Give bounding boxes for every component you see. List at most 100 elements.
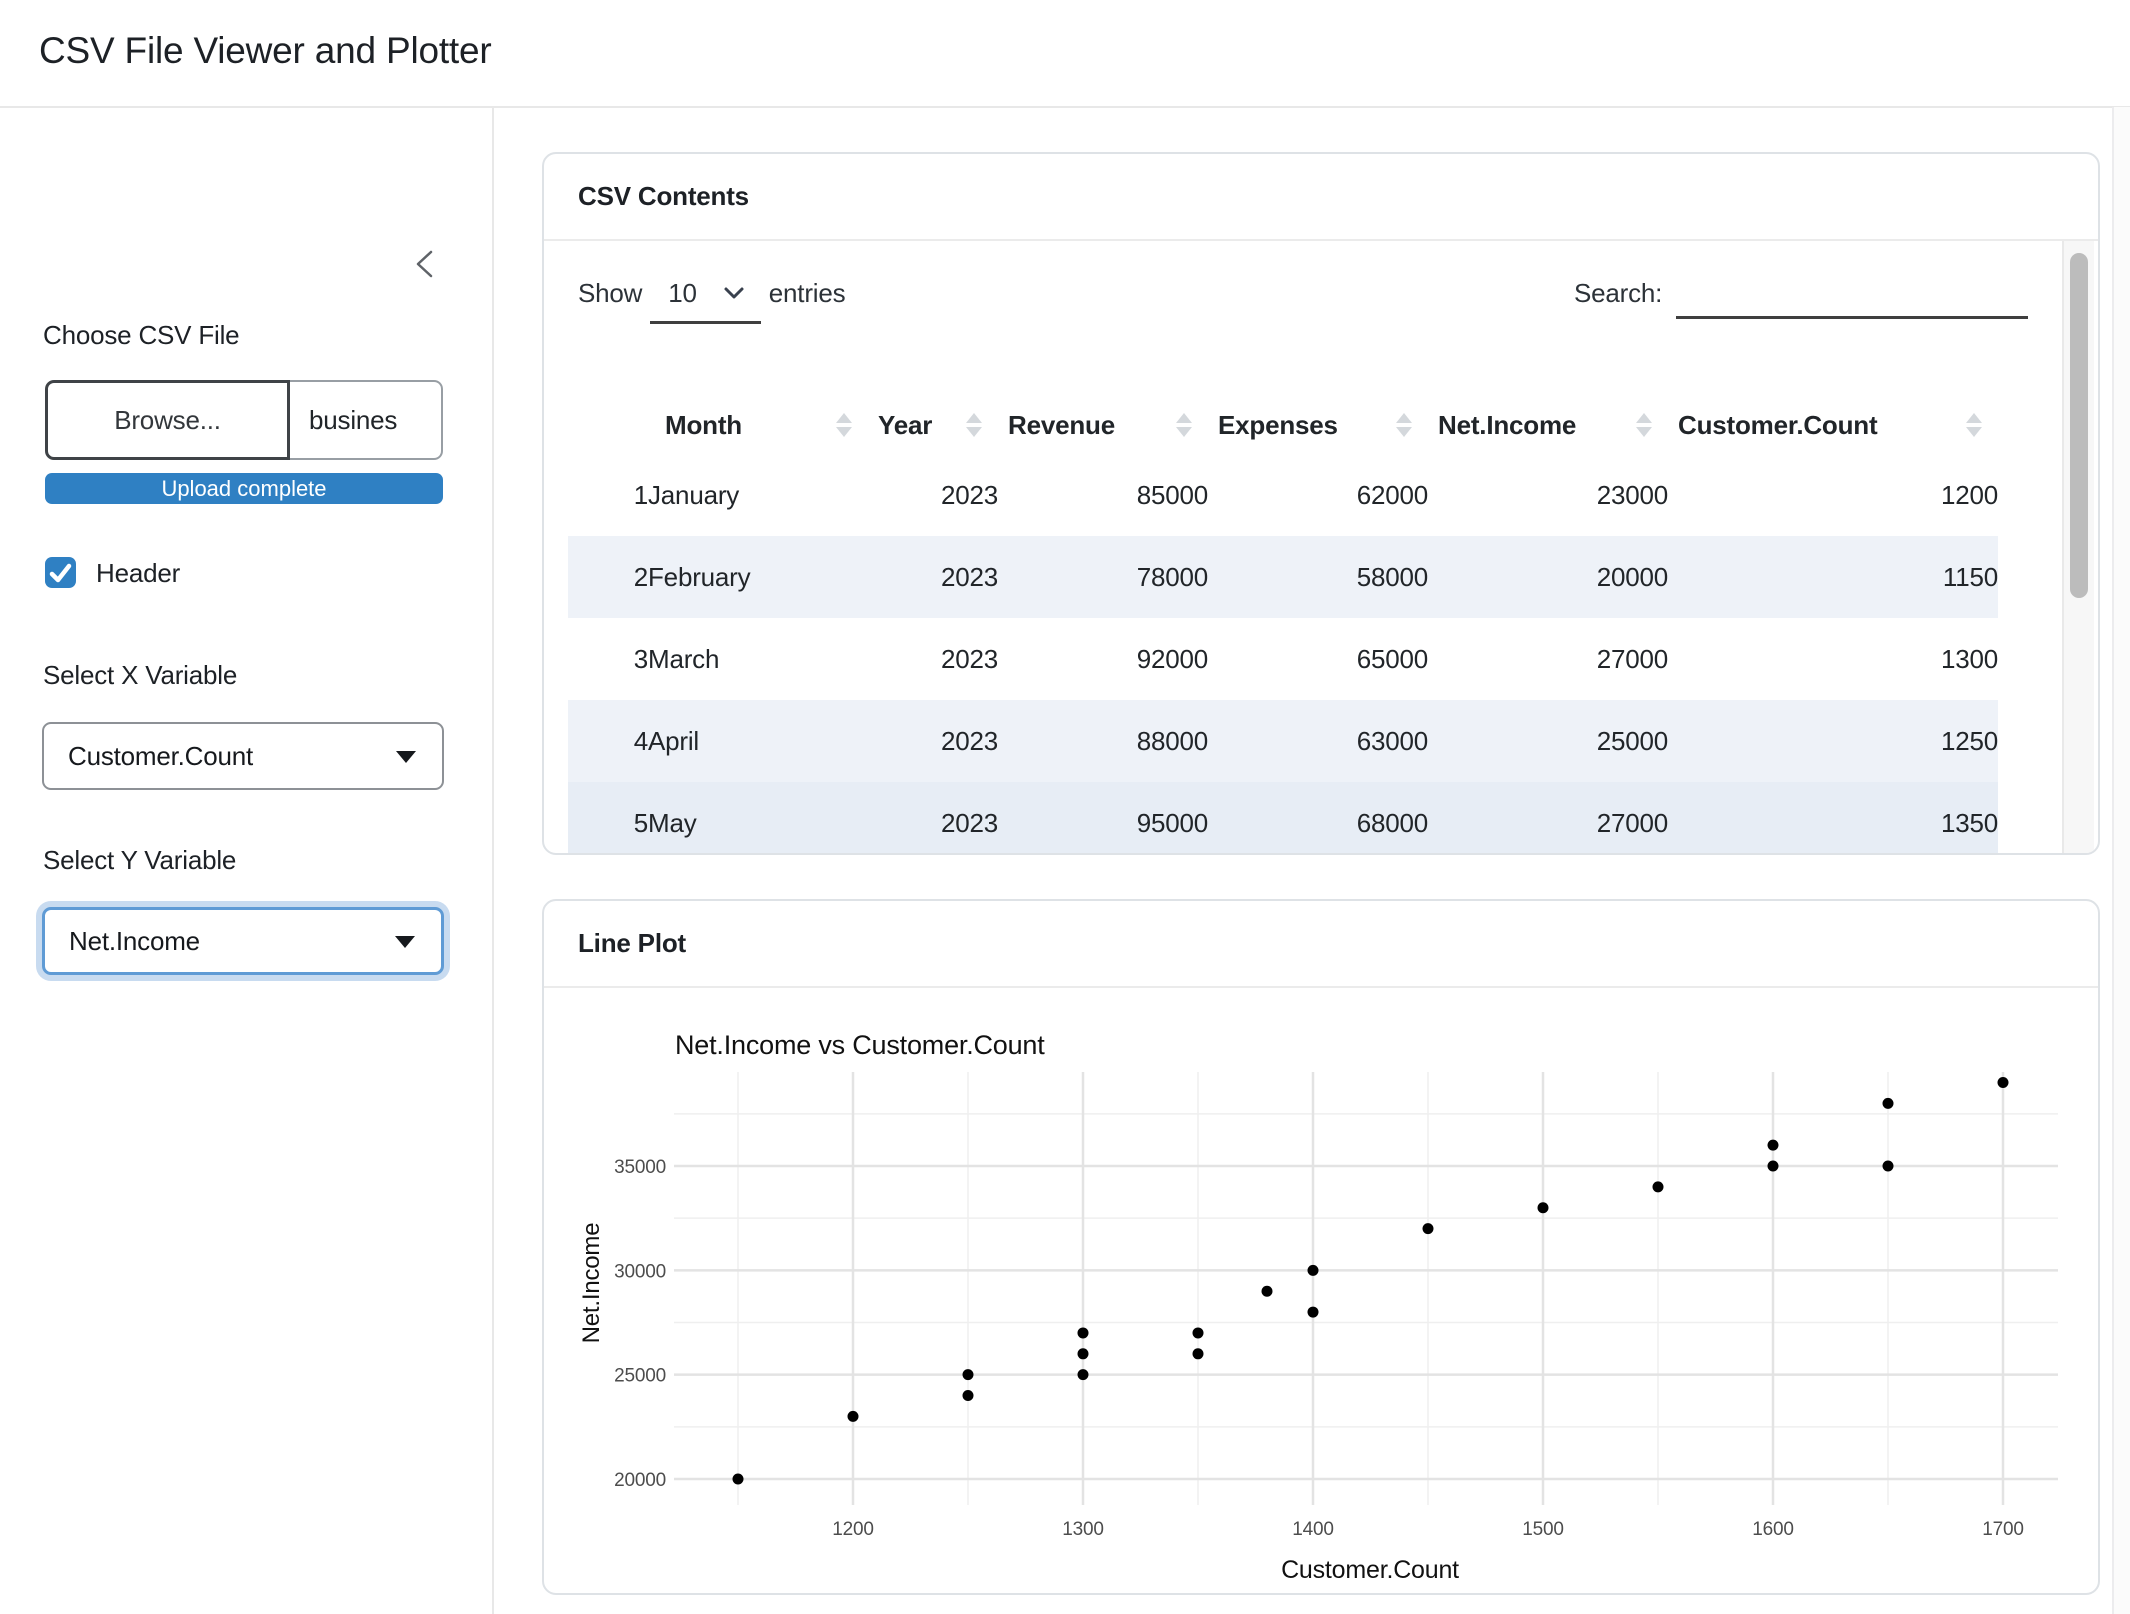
file-name-field[interactable]: busines xyxy=(287,380,443,460)
x-variable-value: Customer.Count xyxy=(68,741,253,772)
sort-asc-icon xyxy=(966,413,982,423)
scatter-point xyxy=(733,1474,744,1485)
table-cell: 65000 xyxy=(1208,618,1428,700)
table-search-control: Search: xyxy=(1574,274,2028,319)
column-header-month[interactable]: Month xyxy=(648,396,868,454)
checkmark-icon xyxy=(45,575,76,592)
scatter-point xyxy=(963,1369,974,1380)
column-header-customer.count[interactable]: Customer.Count xyxy=(1668,396,1998,454)
table-cell: 58000 xyxy=(1208,536,1428,618)
table-cell: April xyxy=(648,700,868,782)
sort-icons xyxy=(966,413,982,437)
scatter-point xyxy=(963,1390,974,1401)
app-header-bar: CSV File Viewer and Plotter xyxy=(0,0,2130,108)
y-tick-label: 35000 xyxy=(614,1157,666,1178)
plot-title: Net.Income vs Customer.Count xyxy=(675,1030,1045,1060)
column-header-net.income[interactable]: Net.Income xyxy=(1428,396,1668,454)
search-input[interactable] xyxy=(1676,274,2028,319)
sort-desc-icon xyxy=(836,427,852,437)
table-cell: 4 xyxy=(568,700,648,782)
column-header-index xyxy=(568,396,648,454)
table-cell: 85000 xyxy=(998,454,1208,536)
x-variable-label: Select X Variable xyxy=(43,660,237,691)
table-cell: 27000 xyxy=(1428,618,1668,700)
column-header-revenue[interactable]: Revenue xyxy=(998,396,1208,454)
table-cell: May xyxy=(648,782,868,855)
table-header-row: Month Year Revenue Expenses Net.Income Custom… xyxy=(568,396,1998,454)
caret-down-icon xyxy=(396,751,416,763)
browse-button[interactable]: Browse... xyxy=(45,380,290,460)
sort-icons xyxy=(836,413,852,437)
sort-asc-icon xyxy=(1966,413,1982,423)
page-length-select[interactable]: 10 xyxy=(650,274,761,324)
upload-progress-text: Upload complete xyxy=(161,476,326,502)
search-label: Search: xyxy=(1574,274,1662,309)
page-scrollbar[interactable] xyxy=(2112,107,2130,1614)
header-checkbox[interactable] xyxy=(45,557,76,588)
table-cell: 2023 xyxy=(868,536,998,618)
table-cell: 2 xyxy=(568,536,648,618)
table-scrollbar-thumb[interactable] xyxy=(2070,253,2088,598)
y-variable-select[interactable]: Net.Income xyxy=(42,907,444,975)
plot-card-title: Line Plot xyxy=(578,928,686,959)
table-cell: 2023 xyxy=(868,700,998,782)
sidebar-collapse-button[interactable] xyxy=(407,244,451,288)
x-axis-title: Customer.Count xyxy=(1281,1556,1459,1584)
table-cell: 1 xyxy=(568,454,648,536)
column-header-label: Customer.Count xyxy=(1678,410,1877,440)
scatter-point xyxy=(1262,1286,1273,1297)
table-cell: 88000 xyxy=(998,700,1208,782)
plot-card-header: Line Plot xyxy=(544,901,2098,988)
csv-table: Month Year Revenue Expenses Net.Income Custom… xyxy=(568,396,1998,855)
table-row: 5May20239500068000270001350 xyxy=(568,782,1998,855)
sort-icons xyxy=(1176,413,1192,437)
x-tick-label: 1500 xyxy=(1522,1519,1563,1540)
sort-icons xyxy=(1966,413,1982,437)
csv-table-body: 1January202385000620002300012002February… xyxy=(568,454,1998,855)
csv-contents-card: CSV Contents Show 10 entries Search: Mon… xyxy=(542,152,2100,855)
table-cell: March xyxy=(648,618,868,700)
y-axis-title: Net.Income xyxy=(578,1223,605,1344)
page-title: CSV File Viewer and Plotter xyxy=(39,30,492,72)
column-header-label: Net.Income xyxy=(1438,410,1576,440)
x-tick-label: 1400 xyxy=(1292,1519,1333,1540)
upload-progress-bar: Upload complete xyxy=(45,473,443,504)
table-cell: 23000 xyxy=(1428,454,1668,536)
column-header-expenses[interactable]: Expenses xyxy=(1208,396,1428,454)
y-variable-label: Select Y Variable xyxy=(43,845,236,876)
table-cell: 2023 xyxy=(868,782,998,855)
x-tick-label: 1200 xyxy=(832,1519,873,1540)
csv-table-head: Month Year Revenue Expenses Net.Income Custom… xyxy=(568,396,1998,454)
column-header-year[interactable]: Year xyxy=(868,396,998,454)
file-input-group: Browse... busines xyxy=(45,380,443,460)
sort-asc-icon xyxy=(1396,413,1412,423)
table-cell: 1150 xyxy=(1668,536,1998,618)
csv-card-title: CSV Contents xyxy=(578,181,749,212)
sort-asc-icon xyxy=(836,413,852,423)
scatter-point xyxy=(1768,1140,1779,1151)
x-tick-label: 1300 xyxy=(1062,1519,1103,1540)
table-cell: 27000 xyxy=(1428,782,1668,855)
scatter-point xyxy=(1538,1202,1549,1213)
x-tick-label: 1600 xyxy=(1752,1519,1793,1540)
table-cell: 2023 xyxy=(868,454,998,536)
table-scrollbar-track[interactable] xyxy=(2062,241,2094,853)
table-cell: 1250 xyxy=(1668,700,1998,782)
table-cell: 3 xyxy=(568,618,648,700)
scatter-point xyxy=(1193,1327,1204,1338)
page-length-value: 10 xyxy=(668,274,697,309)
sort-icons xyxy=(1636,413,1652,437)
table-cell: 68000 xyxy=(1208,782,1428,855)
scatter-point xyxy=(1883,1098,1894,1109)
table-cell: 1300 xyxy=(1668,618,1998,700)
column-header-label: Month xyxy=(665,410,742,440)
sort-desc-icon xyxy=(1396,427,1412,437)
scatter-point xyxy=(1768,1161,1779,1172)
sort-desc-icon xyxy=(1966,427,1982,437)
x-variable-select[interactable]: Customer.Count xyxy=(42,722,444,790)
table-cell: 95000 xyxy=(998,782,1208,855)
column-header-label: Revenue xyxy=(1008,410,1115,440)
table-cell: 25000 xyxy=(1428,700,1668,782)
table-cell: 63000 xyxy=(1208,700,1428,782)
y-tick-label: 30000 xyxy=(614,1261,666,1282)
